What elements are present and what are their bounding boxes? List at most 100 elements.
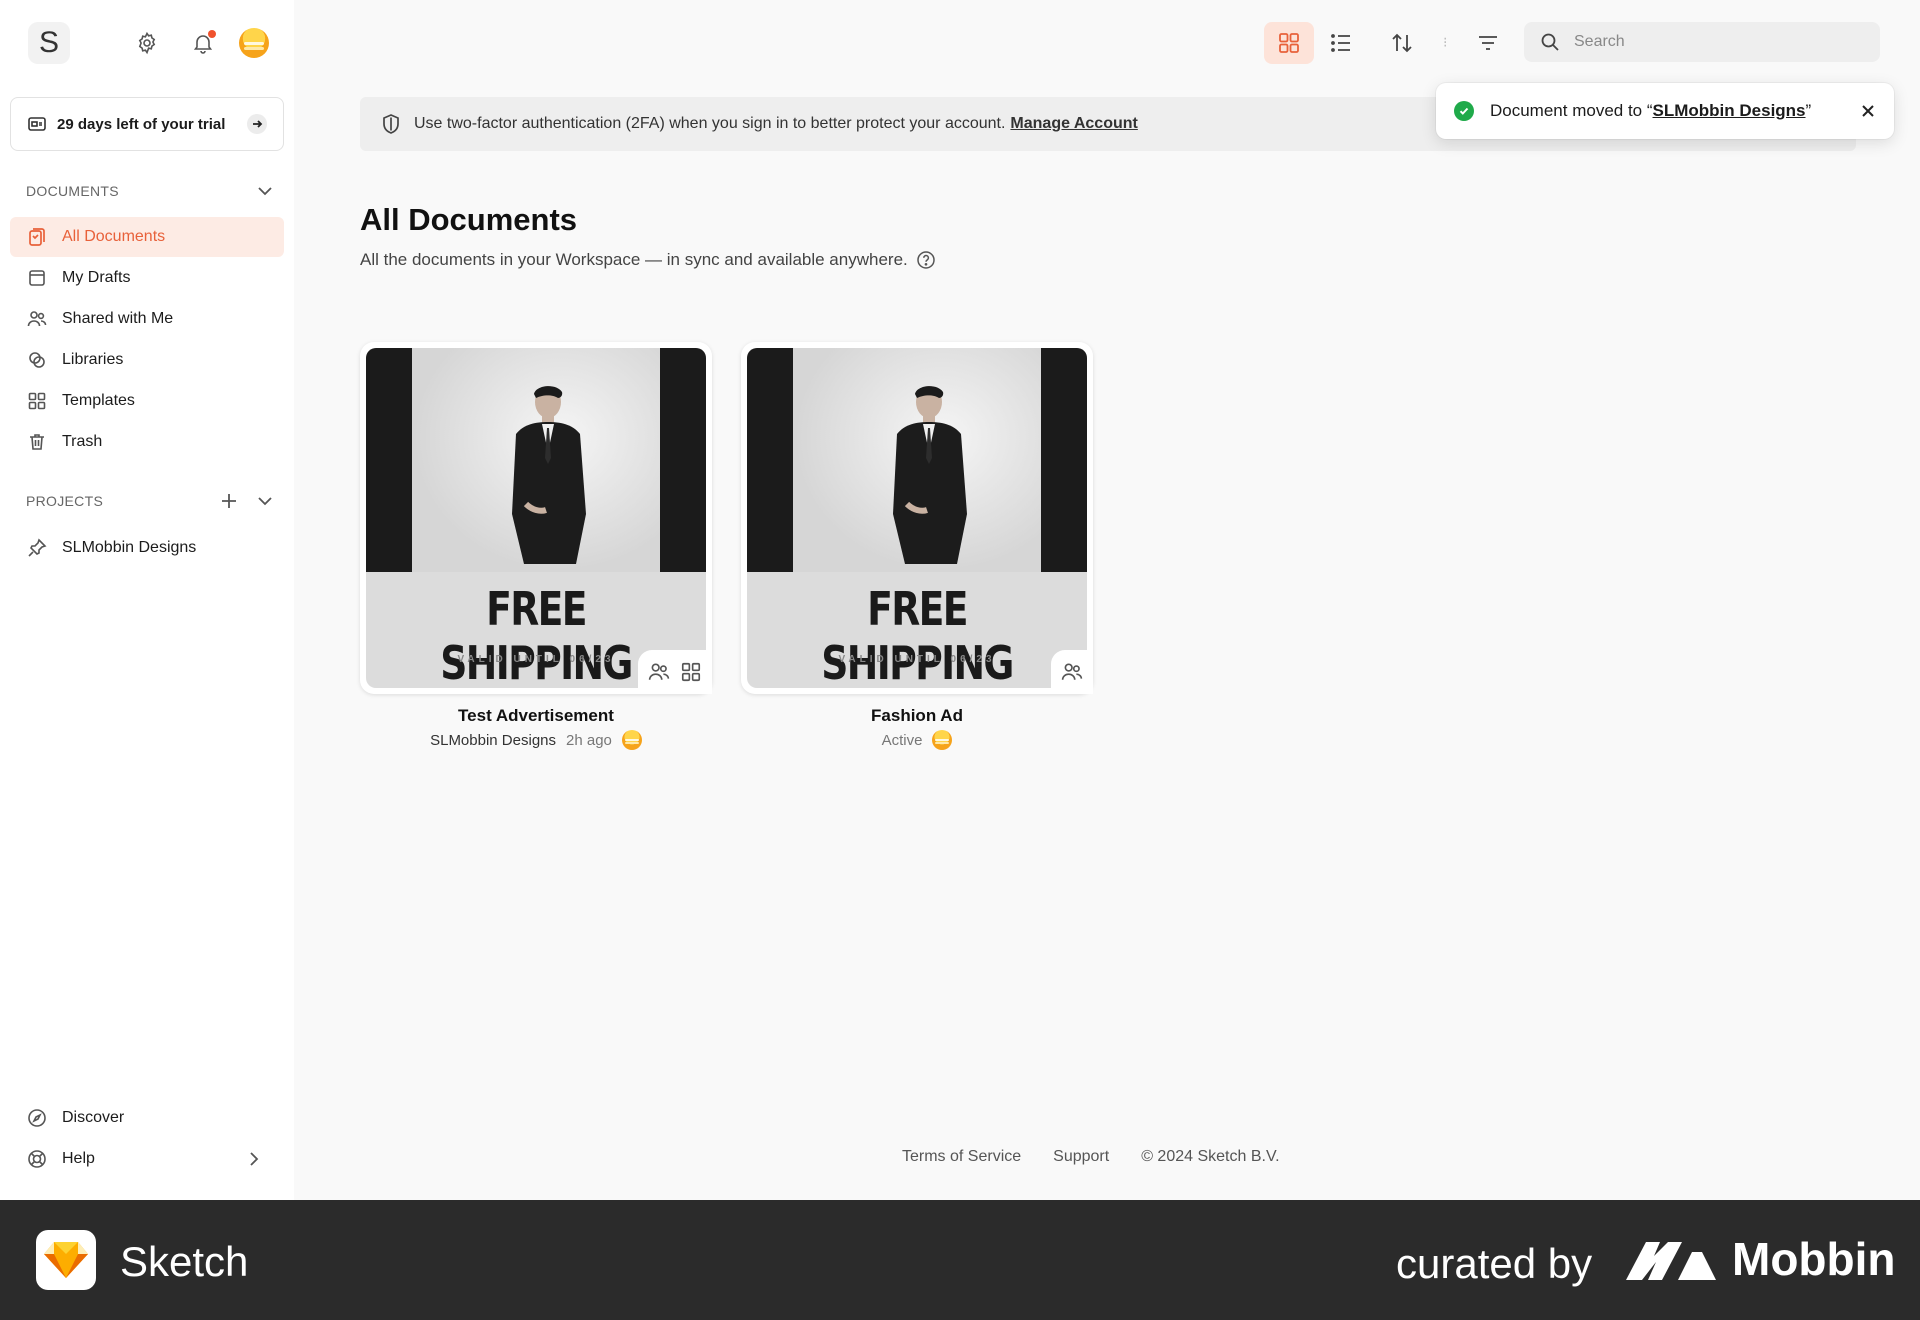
branding-bar: Sketch curated by Mobbin — [0, 1200, 1920, 1320]
all-documents-icon — [26, 226, 48, 248]
add-project-plus-icon[interactable] — [218, 490, 240, 512]
list-view-button[interactable] — [1320, 22, 1362, 64]
shared-people-icon — [1061, 663, 1083, 680]
sidebar-item-label: Shared with Me — [62, 310, 174, 327]
check-circle-icon — [1454, 101, 1474, 121]
model-photo — [747, 348, 1087, 572]
document-meta: SLMobbin Designs 2h ago — [360, 730, 712, 750]
terms-link[interactable]: Terms of Service — [902, 1148, 1021, 1166]
sidebar-item-project[interactable]: SLMobbin Designs — [10, 528, 284, 568]
shield-icon — [383, 114, 399, 134]
document-thumbnail-frame[interactable]: FREE SHIPPING VALID UNTIL 06/23 — [741, 342, 1093, 694]
filter-icon — [1479, 36, 1497, 50]
help-question-icon[interactable] — [916, 250, 936, 270]
copyright: © 2024 Sketch B.V. — [1141, 1148, 1280, 1165]
banner-text: Use two-factor authentication (2FA) when… — [414, 115, 1006, 132]
grid-view-button[interactable] — [1264, 22, 1314, 64]
support-link[interactable]: Support — [1053, 1148, 1109, 1166]
thumbnail-headline: FREE SHIPPING — [821, 582, 1014, 688]
projects-heading: PROJECTS — [26, 493, 104, 509]
templates-icon — [26, 390, 48, 412]
grid-icon — [1279, 33, 1299, 53]
libraries-icon — [26, 349, 48, 371]
editor-avatar — [621, 730, 642, 750]
sort-button[interactable] — [1381, 22, 1423, 64]
sort-arrows-icon — [1392, 33, 1412, 53]
sidebar-item-label: Help — [62, 1150, 95, 1167]
sidebar-item-label: My Drafts — [62, 269, 131, 286]
sidebar-item-label: Trash — [62, 433, 103, 450]
thumbnail-valid-until: VALID UNTIL 06/23 — [838, 654, 996, 665]
model-photo — [366, 348, 706, 572]
sidebar-item-shared-with-me[interactable]: Shared with Me — [10, 299, 284, 339]
document-name[interactable]: Test Advertisement — [360, 706, 712, 726]
close-icon[interactable] — [1858, 101, 1878, 121]
editor-avatar — [932, 730, 953, 750]
search-input[interactable] — [1574, 33, 1854, 51]
document-meta: Active — [741, 730, 1093, 750]
notification-dot — [208, 30, 216, 38]
document-status: Active — [881, 731, 923, 749]
card-icon — [28, 117, 46, 131]
sidebar: S 29 days left of your trial DOCUMENTS A… — [0, 0, 294, 1200]
library-grid-icon — [681, 662, 701, 682]
sidebar-item-trash[interactable]: Trash — [10, 422, 284, 462]
thumbnail-headline: FREE SHIPPING — [440, 582, 633, 688]
chevron-right-icon — [250, 1152, 259, 1166]
document-thumbnail: FREE SHIPPING VALID UNTIL 06/23 — [366, 348, 706, 688]
compass-icon — [26, 1107, 48, 1129]
arrow-right-icon — [247, 114, 267, 134]
drafts-icon — [26, 267, 48, 289]
search-field[interactable] — [1524, 22, 1880, 62]
lifebuoy-icon — [26, 1148, 48, 1170]
toast-notification: Document moved to “SLMobbin Designs” — [1436, 83, 1894, 139]
sidebar-item-templates[interactable]: Templates — [10, 381, 284, 421]
sidebar-item-label: Discover — [62, 1109, 125, 1126]
sketch-diamond-icon — [36, 1230, 96, 1290]
document-name[interactable]: Fashion Ad — [741, 706, 1093, 726]
notifications-bell-icon[interactable] — [190, 30, 216, 56]
manage-account-link[interactable]: Manage Account — [1010, 115, 1137, 133]
card-badges — [1051, 650, 1093, 694]
trial-banner[interactable]: 29 days left of your trial — [10, 97, 284, 151]
sidebar-item-help[interactable]: Help — [10, 1139, 284, 1179]
pin-icon — [26, 537, 48, 559]
footer-links: Terms of Service Support © 2024 Sketch B… — [902, 1148, 1280, 1166]
search-icon — [1541, 33, 1559, 51]
toast-project-link[interactable]: SLMobbin Designs — [1653, 101, 1806, 120]
document-time: 2h ago — [566, 731, 612, 749]
toast-message: Document moved to “SLMobbin Designs” — [1490, 101, 1812, 120]
card-badges — [638, 650, 712, 694]
people-icon — [26, 308, 48, 330]
trash-icon — [26, 431, 48, 453]
chevron-down-icon[interactable] — [254, 180, 276, 202]
sidebar-item-my-drafts[interactable]: My Drafts — [10, 258, 284, 298]
document-thumbnail-frame[interactable]: FREE SHIPPING VALID UNTIL 06/23 — [360, 342, 712, 694]
man-in-suit-illustration — [893, 386, 967, 564]
sidebar-item-all-documents[interactable]: All Documents — [10, 217, 284, 257]
sidebar-item-label: All Documents — [62, 228, 166, 245]
projects-section-header: PROJECTS — [26, 490, 276, 512]
shared-people-icon — [648, 663, 670, 680]
settings-gear-icon[interactable] — [134, 30, 160, 56]
sidebar-item-libraries[interactable]: Libraries — [10, 340, 284, 380]
sidebar-item-label: SLMobbin Designs — [62, 539, 197, 556]
mobbin-logo-icon — [1626, 1242, 1716, 1280]
sidebar-item-discover[interactable]: Discover — [10, 1098, 284, 1138]
page-subtitle: All the documents in your Workspace — in… — [360, 250, 936, 270]
curated-by-label: curated by — [1396, 1240, 1593, 1287]
documents-heading: DOCUMENTS — [26, 183, 119, 199]
sidebar-item-label: Templates — [62, 392, 135, 409]
toolbar-separator: ⁝ — [1443, 34, 1448, 50]
man-in-suit-illustration — [512, 386, 586, 564]
list-icon — [1331, 34, 1350, 52]
trial-label: 29 days left of your trial — [57, 115, 226, 133]
chevron-down-icon[interactable] — [254, 490, 276, 512]
document-card[interactable]: FREE SHIPPING VALID UNTIL 06/23 Test Adv… — [360, 342, 712, 750]
document-card[interactable]: FREE SHIPPING VALID UNTIL 06/23 Fashion … — [741, 342, 1093, 750]
document-project: SLMobbin Designs — [430, 731, 556, 749]
user-avatar[interactable] — [239, 28, 269, 58]
filter-button[interactable] — [1467, 22, 1509, 64]
sidebar-header: S — [28, 22, 280, 64]
workspace-logo[interactable]: S — [28, 22, 70, 64]
